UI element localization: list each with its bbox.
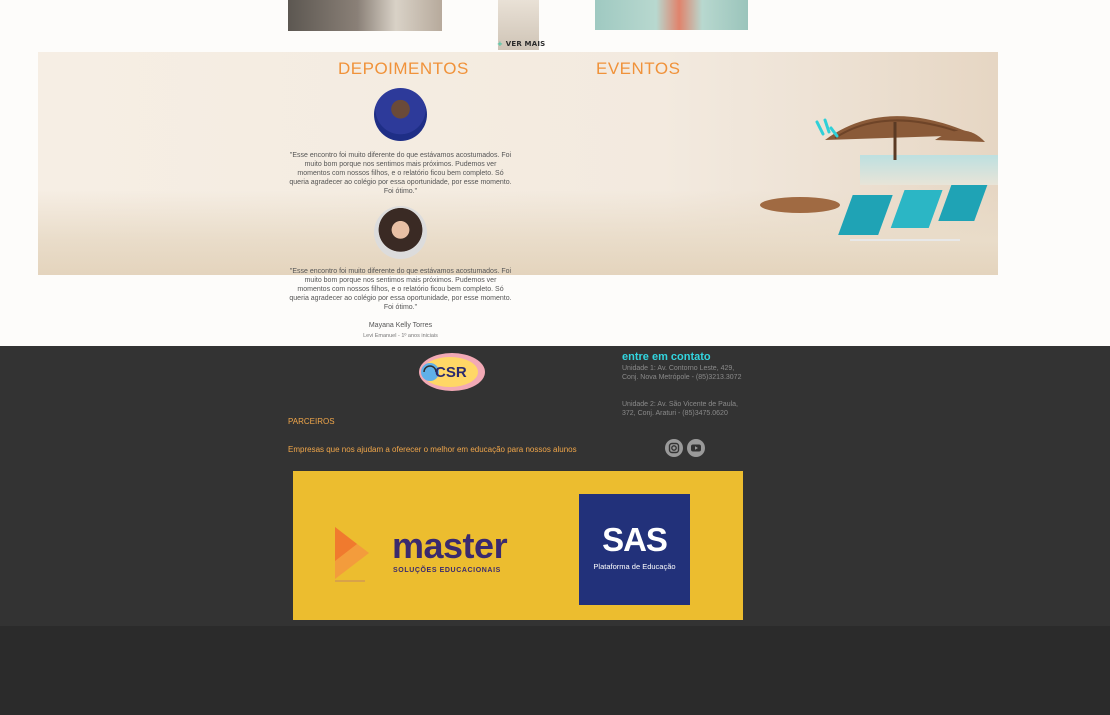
contact-title: entre em contato: [622, 351, 711, 363]
avatar: [374, 88, 427, 141]
sas-subtitle: Plataforma de Educação: [593, 562, 676, 571]
beach-umbrella-image: [825, 116, 985, 160]
plus-icon: +: [497, 40, 504, 48]
sas-name: SAS: [602, 521, 668, 558]
testimonial-quote: "Esse encontro foi muito diferente do qu…: [289, 152, 512, 195]
ver-mais-label: VER MAIS: [505, 40, 546, 48]
testimonial-quote: "Esse encontro foi muito diferente do qu…: [289, 268, 512, 311]
youtube-icon[interactable]: [687, 439, 705, 457]
instagram-icon[interactable]: [665, 439, 683, 457]
ver-mais-link[interactable]: + VER MAIS: [497, 40, 545, 48]
testimonial-author: Mayana Kelly Torres: [368, 322, 433, 329]
gallery-photo[interactable]: [288, 0, 442, 31]
master-name: master: [392, 525, 508, 566]
master-subtitle: SOLUÇÕES EDUCACIONAIS: [393, 567, 501, 574]
partners-title: PARCEIROS: [288, 417, 335, 426]
school-logo[interactable]: CSR: [414, 350, 486, 394]
beach-chairs-image: [760, 185, 988, 241]
gallery-photo[interactable]: [595, 0, 748, 30]
sparkle-icon: [815, 118, 839, 138]
testimonials-title: DEPOIMENTOS: [338, 59, 469, 78]
avatar: [374, 206, 427, 259]
partners-description: Empresas que nos ajudam a oferecer o mel…: [288, 445, 577, 454]
testimonial-author-info: Levi Emanuel - 1º anos iniciais: [363, 333, 438, 339]
events-title: EVENTOS: [596, 59, 681, 78]
logo-text: CSR: [435, 364, 467, 381]
footer-bottom: [0, 626, 1110, 715]
contact-unit-1: Unidade 1: Av. Contorno Leste, 429, Conj…: [622, 365, 742, 381]
gallery-strip: [0, 0, 1110, 52]
contact-unit-2: Unidade 2: Av. São Vicente de Paula, 372…: [622, 401, 738, 417]
